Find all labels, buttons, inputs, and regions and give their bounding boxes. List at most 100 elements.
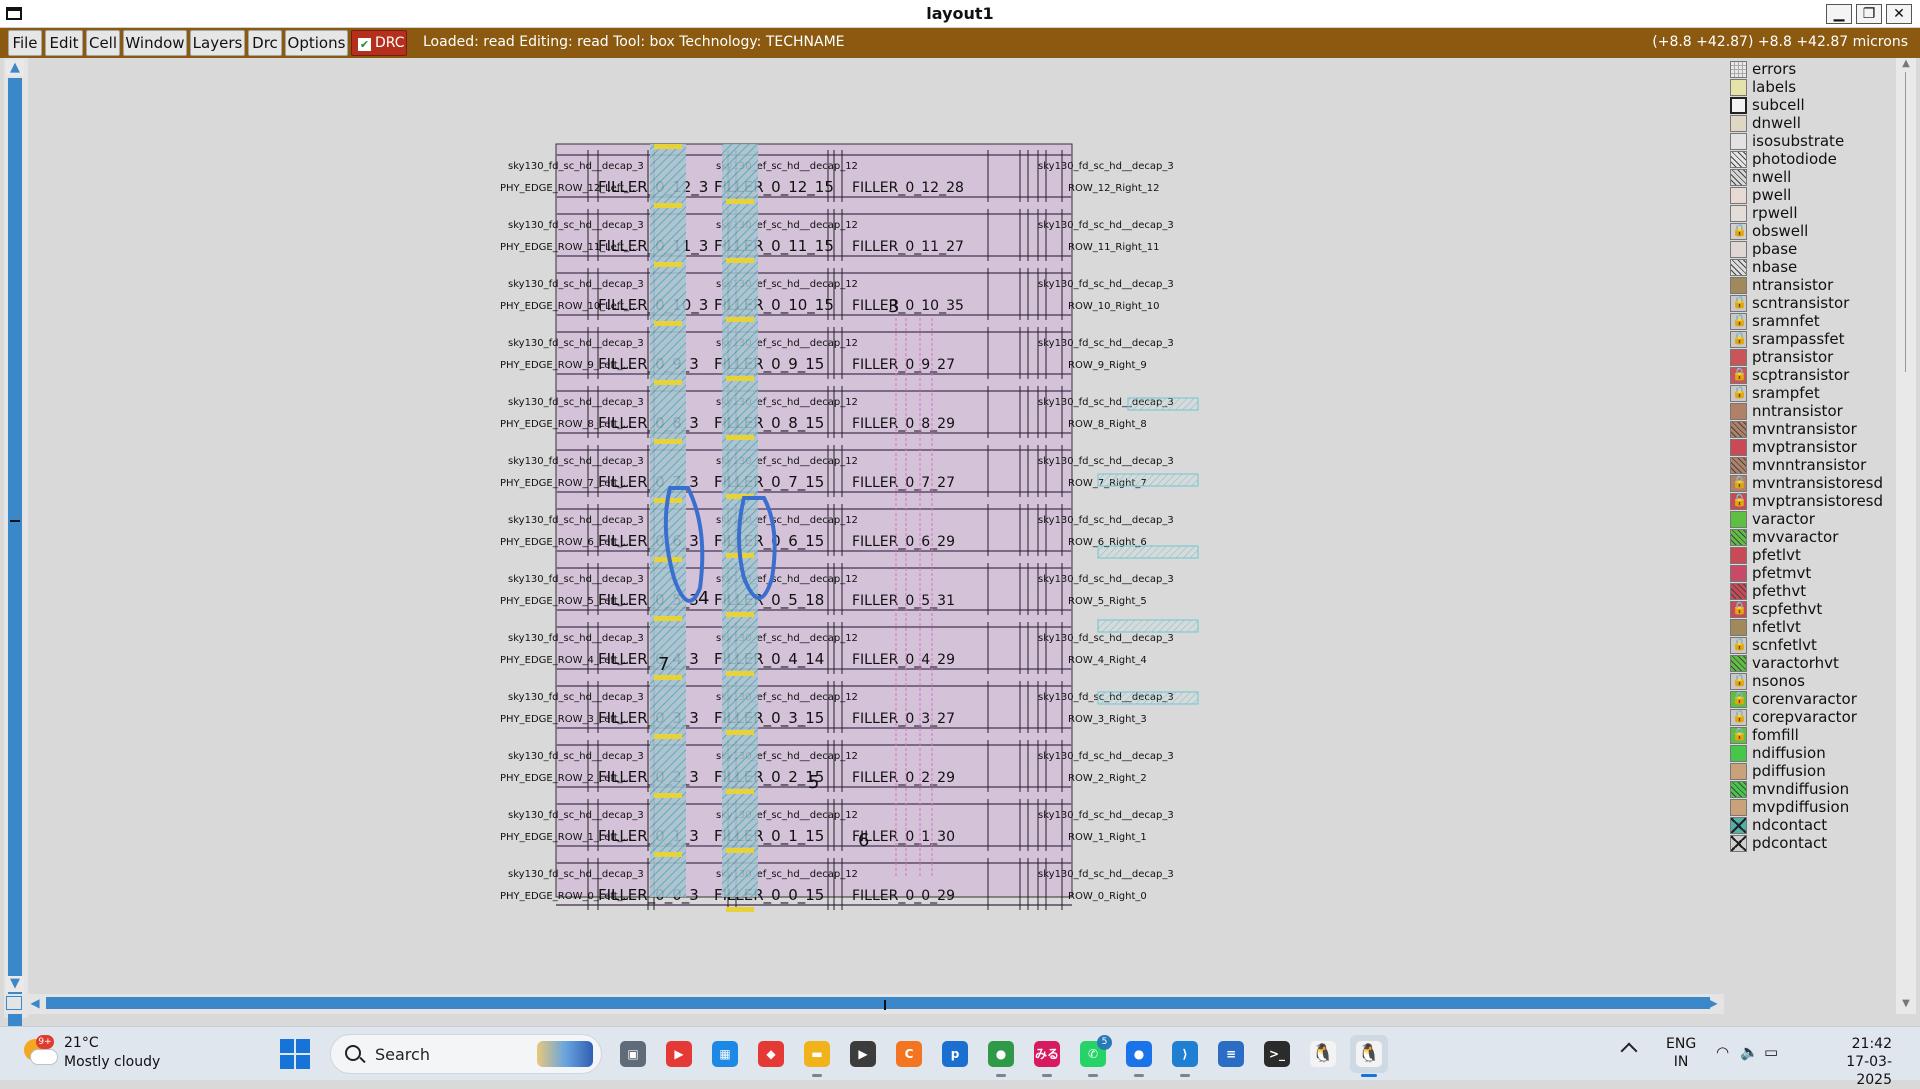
youtube-icon[interactable]: ▶: [660, 1035, 698, 1073]
notepad-icon[interactable]: ≡: [1212, 1035, 1250, 1073]
menu-options[interactable]: Options: [285, 30, 348, 56]
taskbar-search[interactable]: Search: [330, 1034, 602, 1074]
drc-toggle[interactable]: ✔ DRC: [351, 30, 407, 56]
media-player-icon[interactable]: ▶: [844, 1035, 882, 1073]
weather-icon: 9+: [22, 1035, 58, 1069]
weather-widget[interactable]: 9+ 21°C Mostly cloudy: [22, 1033, 202, 1075]
clock[interactable]: 21:42 17-03-2025: [1812, 1035, 1892, 1089]
filler-c-label: FILLER_0_8_29: [852, 416, 955, 432]
close-button[interactable]: ✕: [1886, 4, 1912, 24]
language-indicator[interactable]: ENG IN: [1666, 1035, 1696, 1071]
layer-swatch-icon[interactable]: [1730, 835, 1747, 852]
row-right-edge-label: ROW_8_Right_8: [1068, 419, 1147, 430]
menu-file[interactable]: File: [8, 30, 42, 56]
contact-marker: [726, 671, 754, 676]
maximize-button[interactable]: ❐: [1856, 4, 1882, 24]
linux-app-active-icon[interactable]: 🐧: [1350, 1035, 1388, 1077]
scroll-down-arrow-icon[interactable]: ▼: [6, 976, 24, 992]
scrollbar-track[interactable]: [8, 78, 22, 1026]
layers-scrollbar[interactable]: ▲ ▼: [1896, 58, 1916, 1014]
row-right-edge-label: ROW_11_Right_11: [1068, 242, 1160, 253]
vscode-icon[interactable]: ⟩: [1166, 1035, 1204, 1077]
menu-window[interactable]: Window: [123, 30, 187, 56]
running-indicator: [1180, 1074, 1190, 1077]
chrome-icon[interactable]: ●: [982, 1035, 1020, 1077]
large-number-label: 3: [888, 296, 899, 317]
menu-bar: File Edit Cell Window Layers Drc Options…: [0, 28, 1920, 58]
power-rail: [556, 744, 1072, 746]
left-vertical-scrollbar[interactable]: ▲ ▼: [4, 58, 28, 1026]
scroll-left-arrow-icon[interactable]: ◀: [26, 996, 44, 1010]
filler-c-label: FILLER_0_4_29: [852, 652, 955, 668]
layout-canvas[interactable]: sky130_fd_sc_hd__decap_3 sky130_ef_sc_hd_…: [28, 58, 1724, 996]
row-top-label: sky130_fd_sc_hd__decap_3: [508, 633, 644, 644]
system-tray[interactable]: ◠ 🔈 ▭: [1716, 1043, 1786, 1063]
minimize-button[interactable]: ▁: [1826, 4, 1852, 24]
scroll-corner-icon[interactable]: [6, 996, 22, 1010]
chrome-profile-icon[interactable]: ●: [1120, 1035, 1158, 1077]
row-right-edge-label: ROW_2_Right_2: [1068, 773, 1147, 784]
menu-layers[interactable]: Layers: [190, 30, 245, 56]
app-japanese-icon[interactable]: みる: [1028, 1035, 1066, 1077]
row-right-edge-label: ROW_4_Right_4: [1068, 655, 1147, 666]
terminal-icon[interactable]: >_: [1258, 1035, 1296, 1073]
filler-c-label: FILLER_0_0_29: [852, 888, 955, 904]
running-indicator: [1361, 1074, 1377, 1077]
filler-c-label: FILLER_0_10_35: [852, 298, 964, 314]
volume-icon: 🔈: [1740, 1043, 1759, 1061]
contact-marker: [726, 258, 754, 263]
ground-rail: [556, 845, 1072, 847]
layer-item[interactable]: pdcontact: [1728, 832, 1888, 854]
row-right-label: sky130_fd_sc_hd__decap_3: [1038, 456, 1174, 467]
layers-scroll-up-icon[interactable]: ▲: [1899, 58, 1913, 70]
layout-drawing[interactable]: sky130_fd_sc_hd__decap_3 sky130_ef_sc_hd_…: [28, 58, 1724, 996]
show-hidden-icons-icon[interactable]: [1620, 1042, 1638, 1060]
filler-c-label: FILLER_0_9_27: [852, 357, 955, 373]
hscrollbar-thumb[interactable]: [884, 1000, 886, 1010]
contact-marker: [654, 439, 682, 444]
row-right-edge-label: ROW_12_Right_12: [1068, 183, 1160, 194]
pin-box: [1127, 397, 1199, 411]
hscrollbar-track[interactable]: [46, 997, 1710, 1009]
linux-app-icon[interactable]: 🐧: [1304, 1035, 1342, 1073]
battery-icon: ▭: [1764, 1043, 1779, 1061]
task-view-icon[interactable]: ▣: [614, 1035, 652, 1073]
microsoft-store-glyph: ▦: [712, 1041, 738, 1067]
scroll-right-arrow-icon[interactable]: ▶: [1704, 996, 1722, 1010]
ground-rail: [556, 432, 1072, 434]
start-button[interactable]: [280, 1039, 310, 1069]
contact-marker: [726, 730, 754, 735]
layers-scroll-down-icon[interactable]: ▼: [1899, 998, 1913, 1010]
microsoft-store-icon[interactable]: ▦: [706, 1035, 744, 1073]
row-top-label: sky130_fd_sc_hd__decap_3: [508, 810, 644, 821]
filler-c-label: FILLER_0_6_29: [852, 534, 955, 550]
media-player-glyph: ▶: [850, 1041, 876, 1067]
chrome-profile-glyph: ●: [1126, 1041, 1152, 1067]
contact-marker: [726, 376, 754, 381]
menu-edit[interactable]: Edit: [45, 30, 83, 56]
power-rail: [556, 272, 1072, 274]
scrollbar-thumb[interactable]: [10, 520, 20, 522]
row-right-label: sky130_fd_sc_hd__decap_3: [1038, 633, 1174, 644]
window-title: layout1: [926, 4, 994, 23]
filler-c-label: FILLER_0_3_27: [852, 711, 955, 727]
row-right-label: sky130_fd_sc_hd__decap_3: [1038, 279, 1174, 290]
row-right-label: sky130_fd_sc_hd__decap_3: [1038, 869, 1174, 880]
notepad-glyph: ≡: [1218, 1041, 1244, 1067]
scroll-up-arrow-icon[interactable]: ▲: [6, 60, 24, 76]
layers-scroll-thumb[interactable]: [1905, 72, 1906, 372]
wifi-icon: ◠: [1716, 1043, 1730, 1061]
menu-drc[interactable]: Drc: [248, 30, 282, 56]
horizontal-scrollbar[interactable]: ◀ ▶: [4, 994, 1724, 1014]
filler-c-label: FILLER_0_2_29: [852, 770, 955, 786]
crunchyroll-icon[interactable]: C: [890, 1035, 928, 1073]
prime-video-glyph: p: [942, 1041, 968, 1067]
menu-cell[interactable]: Cell: [86, 30, 120, 56]
app-red-diamond-icon[interactable]: ◆: [752, 1035, 790, 1073]
row-top-label: sky130_fd_sc_hd__decap_3: [508, 692, 644, 703]
file-explorer-icon[interactable]: ▬: [798, 1035, 836, 1077]
contact-marker: [654, 675, 682, 680]
prime-video-icon[interactable]: p: [936, 1035, 974, 1073]
whatsapp-icon[interactable]: ✆ 5: [1074, 1035, 1112, 1077]
contact-marker: [726, 848, 754, 853]
